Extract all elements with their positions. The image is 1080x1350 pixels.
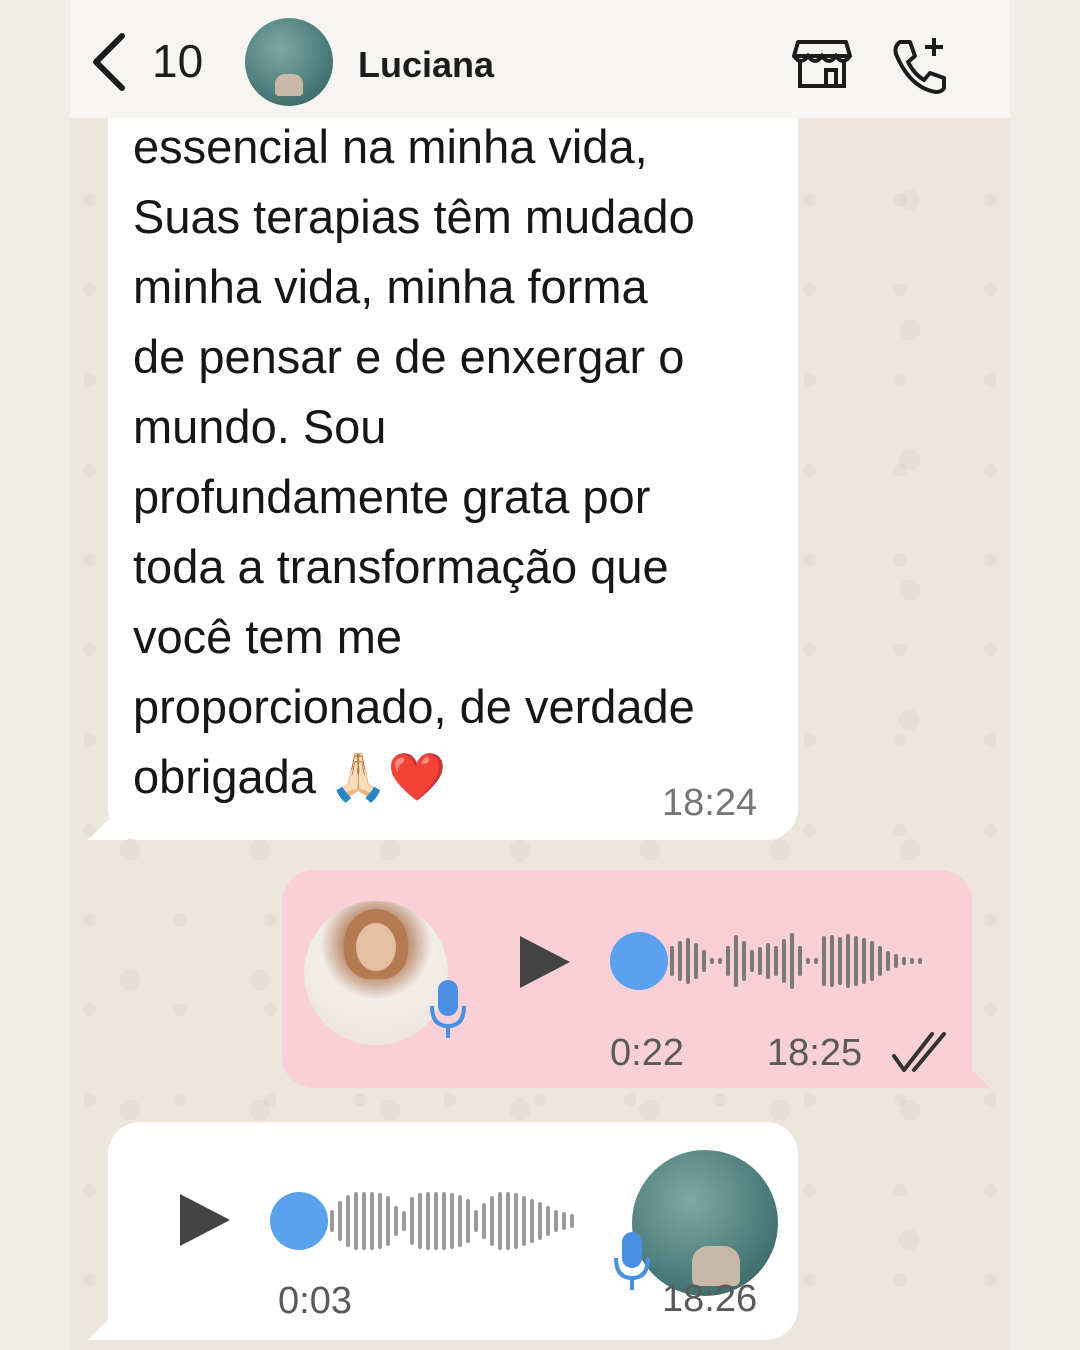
waveform-bar <box>862 938 866 984</box>
waveform-bar <box>466 1199 470 1243</box>
chevron-left-icon[interactable] <box>88 30 132 94</box>
waveform-bar <box>490 1196 494 1246</box>
waveform-bar <box>822 936 826 986</box>
playback-scrubber[interactable] <box>610 932 668 990</box>
waveform-bar <box>522 1196 526 1246</box>
message-line: Suas terapias têm mudado <box>133 190 695 243</box>
waveform-bar <box>434 1192 438 1250</box>
waveform-bar <box>894 954 898 968</box>
message-line: mundo. Sou <box>133 400 387 453</box>
message-timestamp: 18:26 <box>662 1278 758 1320</box>
waveform-bar <box>790 933 794 989</box>
waveform-bar <box>910 958 914 964</box>
waveform-bar <box>846 934 850 988</box>
waveform-bar <box>734 935 738 987</box>
message-timestamp: 18:25 <box>767 1032 863 1074</box>
unread-count[interactable]: 10 <box>152 34 203 88</box>
waveform-bar <box>538 1202 542 1240</box>
waveform-bar <box>482 1203 486 1239</box>
waveform-bar <box>402 1211 406 1231</box>
chat-header <box>70 0 1010 118</box>
store-icon[interactable] <box>792 38 852 90</box>
waveform-bar <box>418 1193 422 1249</box>
waveform-bar <box>506 1192 510 1250</box>
message-text: essencial na minha vida, Suas terapias t… <box>133 112 793 812</box>
waveform-bar <box>718 958 722 964</box>
waveform-bar <box>918 958 922 964</box>
waveform-bar <box>546 1206 550 1236</box>
waveform-bar <box>378 1193 382 1249</box>
waveform-bar <box>766 943 770 979</box>
sender-avatar <box>304 901 448 1045</box>
message-line: minha vida, minha forma <box>133 260 648 313</box>
message-timestamp: 18:24 <box>662 782 758 824</box>
waveform-bar <box>806 958 810 964</box>
waveform-bar <box>338 1201 342 1241</box>
play-icon[interactable] <box>516 934 572 990</box>
waveform-bar <box>670 946 674 976</box>
waveform-bar <box>902 957 906 965</box>
contact-avatar <box>632 1150 778 1296</box>
waveform-bar <box>774 946 778 976</box>
waveform-bar <box>678 941 682 981</box>
waveform-bar <box>562 1212 566 1230</box>
waveform-bar <box>742 941 746 981</box>
waveform-bar <box>814 958 818 964</box>
waveform-bar <box>458 1195 462 1247</box>
waveform-bar <box>758 947 762 975</box>
waveform-bar <box>346 1195 350 1247</box>
waveform-bar <box>710 958 714 964</box>
waveform-bar <box>394 1206 398 1236</box>
message-line: profundamente grata por <box>133 470 651 523</box>
add-call-icon[interactable] <box>888 34 950 96</box>
contact-name[interactable]: Luciana <box>358 44 494 86</box>
play-icon[interactable] <box>176 1192 232 1248</box>
message-line: você tem me <box>133 610 403 663</box>
waveform-bar <box>554 1210 558 1232</box>
waveform-bar <box>886 951 890 971</box>
waveform-bar <box>830 935 834 987</box>
waveform-bar <box>782 939 786 983</box>
waveform-bar <box>726 946 730 976</box>
double-check-icon <box>892 1032 946 1072</box>
playback-scrubber[interactable] <box>270 1192 328 1250</box>
waveform[interactable] <box>328 1186 580 1256</box>
waveform-bar <box>362 1192 366 1250</box>
waveform-bar <box>514 1193 518 1249</box>
waveform-bar <box>386 1196 390 1246</box>
voice-duration: 0:03 <box>278 1280 352 1322</box>
waveform-bar <box>530 1199 534 1243</box>
waveform-bar <box>370 1192 374 1250</box>
microphone-icon <box>614 1232 650 1290</box>
contact-avatar[interactable] <box>245 18 333 106</box>
waveform-bar <box>750 950 754 972</box>
waveform-bar <box>330 1210 334 1232</box>
voice-duration: 0:22 <box>610 1032 684 1074</box>
waveform[interactable] <box>668 926 930 996</box>
microphone-icon <box>430 980 466 1038</box>
waveform-bar <box>702 950 706 972</box>
waveform-bar <box>450 1193 454 1249</box>
message-line: de pensar e de enxergar o <box>133 330 685 383</box>
message-line: toda a transformação que <box>133 540 669 593</box>
message-line: essencial na minha vida, <box>133 120 648 173</box>
waveform-bar <box>474 1210 478 1232</box>
message-line: proporcionado, de verdade <box>133 680 695 733</box>
waveform-bar <box>570 1214 574 1228</box>
waveform-bar <box>498 1192 502 1250</box>
waveform-bar <box>694 943 698 979</box>
waveform-bar <box>854 936 858 986</box>
waveform-bar <box>798 946 802 976</box>
waveform-bar <box>354 1192 358 1250</box>
waveform-bar <box>410 1197 414 1245</box>
waveform-bar <box>426 1192 430 1250</box>
waveform-bar <box>442 1192 446 1250</box>
waveform-bar <box>686 938 690 984</box>
waveform-bar <box>838 937 842 985</box>
waveform-bar <box>870 941 874 981</box>
waveform-bar <box>878 946 882 976</box>
